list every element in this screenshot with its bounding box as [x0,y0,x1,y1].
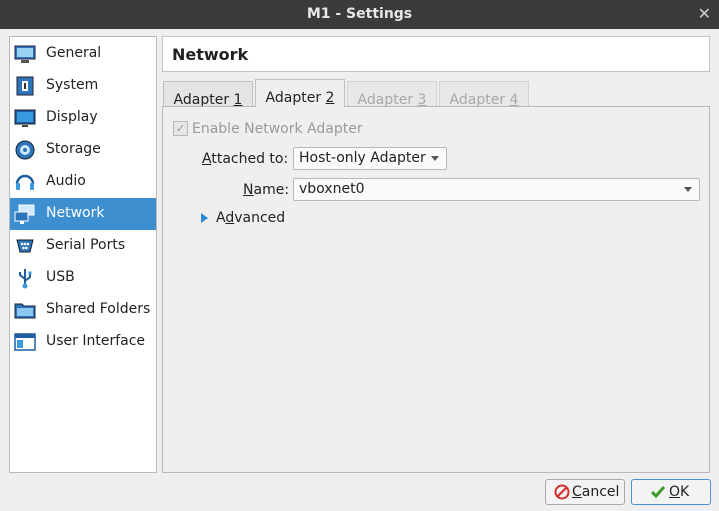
tab-adapter-4[interactable]: Adapter 4 [439,81,529,108]
sidebar-item-label: Network [46,205,105,221]
enable-adapter-label: Enable Network Adapter [192,121,363,137]
page-title: Network [172,45,249,64]
sidebar-item-usb[interactable]: USB [10,262,156,294]
name-select[interactable]: vboxnet0 [293,178,700,201]
cancel-label: Cancel [572,484,620,500]
sidebar-item-user-interface[interactable]: User Interface [10,326,156,358]
title-bar: M1 - Settings ✕ [0,0,719,29]
tab-adapter-2[interactable]: Adapter 2 [255,79,345,107]
ok-label: OK [669,484,690,500]
settings-sidebar: General System Display Storage Audio Net… [9,36,157,473]
chevron-down-icon [684,187,692,192]
system-icon [16,76,34,96]
sidebar-item-audio[interactable]: Audio [10,166,156,198]
tab-label: Adapter 3 [357,92,427,108]
sidebar-item-label: System [46,77,99,93]
sidebar-item-label: Serial Ports [46,237,126,253]
sidebar-item-label: Audio [46,173,86,189]
cancel-button[interactable]: Cancel [545,479,625,505]
attached-to-value: Host-only Adapter [299,150,426,166]
sidebar-item-label: USB [46,269,75,285]
network-icon [14,204,35,224]
storage-icon [15,140,35,160]
sidebar-item-display[interactable]: Display [10,102,156,134]
attached-to-select[interactable]: Host-only Adapter [293,147,447,170]
sidebar-item-storage[interactable]: Storage [10,134,156,166]
sidebar-item-serial-ports[interactable]: Serial Ports [10,230,156,262]
display-icon [14,109,36,127]
name-label: Name: [243,182,290,198]
audio-icon [15,174,35,190]
sidebar-item-shared-folders[interactable]: Shared Folders [10,294,156,326]
advanced-toggle[interactable]: Advanced [216,210,285,226]
attached-to-label: Attached to: [202,151,289,167]
user-interface-icon [14,333,36,351]
cancel-icon [554,484,570,500]
window-title: M1 - Settings [306,6,413,22]
close-icon[interactable]: ✕ [698,4,711,23]
sidebar-item-general[interactable]: General [10,38,156,70]
tab-label: Adapter 4 [449,92,519,108]
tab-adapter-3[interactable]: Adapter 3 [347,81,437,108]
sidebar-item-label: Shared Folders [46,301,151,317]
sidebar-item-label: Display [46,109,98,125]
usb-icon [19,269,32,289]
sidebar-item-system[interactable]: System [10,70,156,102]
checkmark-icon [650,486,666,499]
page-header: Network [162,36,710,72]
sidebar-item-label: Storage [46,141,101,157]
shared-folders-icon [14,303,36,319]
serial-ports-icon [16,239,34,253]
sidebar-item-label: User Interface [46,333,146,349]
sidebar-item-label: General [46,45,102,61]
chevron-down-icon [431,156,439,161]
expand-arrow-icon[interactable] [201,213,208,223]
tab-label: Adapter 1 [173,92,243,108]
name-value: vboxnet0 [299,181,365,197]
tab-label: Adapter 2 [265,90,335,106]
ok-button[interactable]: OK [631,479,711,505]
general-icon [14,45,36,63]
tab-adapter-1[interactable]: Adapter 1 [163,81,253,108]
sidebar-item-network[interactable]: Network [10,198,156,230]
enable-adapter-checkbox[interactable]: ✓ [173,121,188,136]
